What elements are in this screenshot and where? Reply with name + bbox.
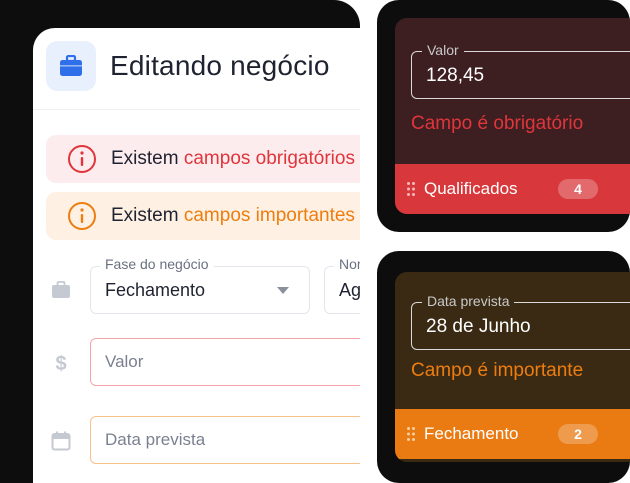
briefcase-icon	[52, 281, 70, 298]
name-field[interactable]: Nome Ag	[324, 256, 360, 314]
expected-date-input[interactable]: Data prevista	[90, 416, 360, 464]
required-message: Campo é obrigatório	[411, 113, 584, 134]
required-card-body: Valor 128,45 Campo é obrigatório Qualifi…	[395, 18, 630, 214]
deal-stage-select[interactable]: Fase do negócio Fechamento	[90, 256, 310, 314]
count-badge: 4	[558, 179, 598, 199]
screen-header: Editando negócio	[33, 28, 360, 110]
field-value: 128,45	[426, 65, 485, 86]
field-label: Nome	[334, 256, 360, 272]
drag-handle-icon[interactable]	[406, 426, 416, 442]
field-placeholder: Data prevista	[105, 430, 206, 449]
stage-label: Qualificados	[424, 179, 518, 198]
field-value: Ag	[339, 280, 360, 300]
value-input[interactable]: Valor	[90, 338, 360, 386]
info-icon	[68, 145, 96, 173]
field-value: Fechamento	[105, 280, 206, 300]
alert-prefix: Existem	[111, 148, 184, 169]
stage-label: Fechamento	[424, 424, 519, 443]
required-fields-alert: Existem campos obrigatórios	[46, 135, 360, 183]
calendar-icon	[51, 431, 71, 451]
value-field[interactable]: Valor 128,45	[411, 42, 630, 99]
svg-text:$: $	[55, 353, 66, 374]
drag-handle-icon[interactable]	[406, 181, 416, 197]
stage-bar[interactable]: Qualificados 4	[395, 164, 630, 214]
important-field-card: Data prevista 28 de Junho Campo é import…	[377, 251, 630, 483]
phone-frame: Editando negócio Existem campos obrigató…	[0, 0, 360, 483]
field-label: Valor	[422, 42, 464, 58]
count-badge: 2	[558, 424, 598, 444]
alert-highlight[interactable]: campos obrigatórios	[184, 148, 355, 169]
caret-down-icon	[277, 287, 289, 294]
alert-text: Existem campos obrigatórios	[111, 148, 355, 170]
required-field-card: Valor 128,45 Campo é obrigatório Qualifi…	[377, 0, 630, 232]
expected-date-field[interactable]: Data prevista 28 de Junho	[411, 293, 630, 350]
info-icon	[68, 202, 96, 230]
alert-prefix: Existem	[111, 205, 184, 226]
stage-bar[interactable]: Fechamento 2	[395, 409, 630, 459]
important-fields-alert: Existem campos importantes	[46, 192, 360, 240]
field-label: Data prevista	[422, 293, 515, 309]
field-value: 28 de Junho	[426, 316, 531, 337]
important-message: Campo é importante	[411, 360, 584, 381]
edit-deal-screen: Editando negócio Existem campos obrigató…	[33, 28, 360, 483]
important-card-body: Data prevista 28 de Junho Campo é import…	[395, 272, 630, 462]
briefcase-icon	[46, 41, 96, 91]
dollar-icon: $	[55, 353, 66, 374]
alert-text: Existem campos importantes	[111, 205, 355, 227]
alert-highlight[interactable]: campos importantes	[184, 205, 355, 226]
field-placeholder: Valor	[105, 352, 144, 371]
field-label: Fase do negócio	[100, 256, 214, 272]
page-title: Editando negócio	[110, 50, 330, 81]
